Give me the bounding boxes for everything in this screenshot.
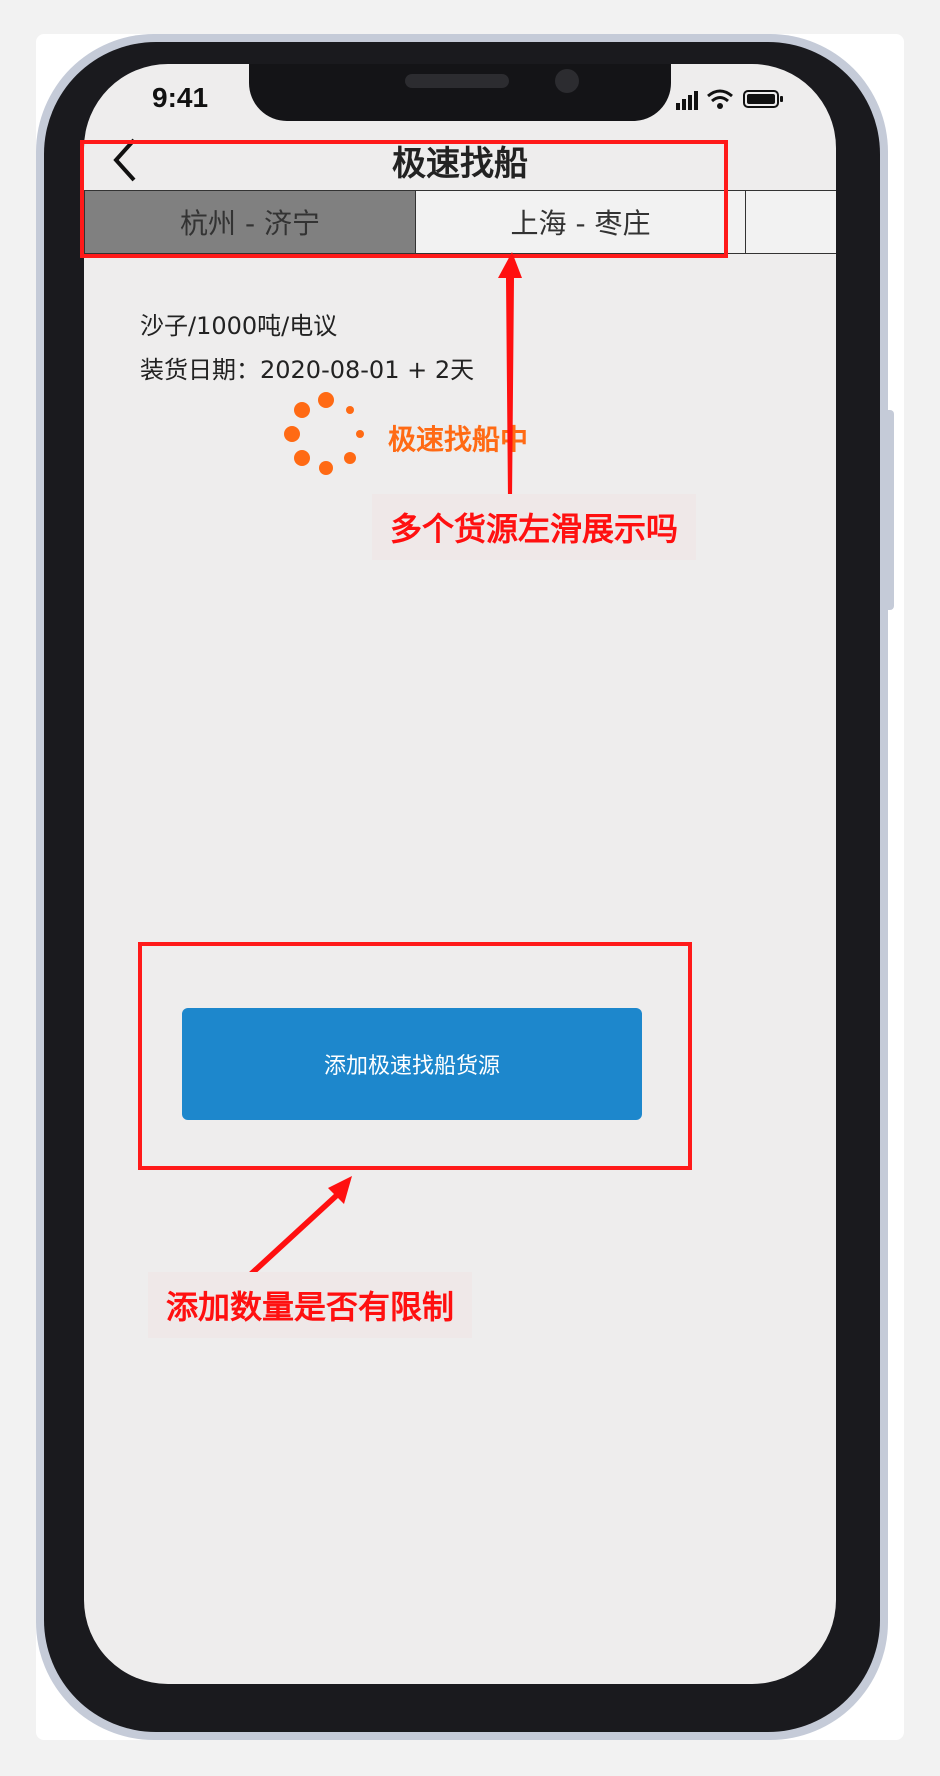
annotation-swipe-note: 多个货源左滑展示吗	[372, 494, 697, 560]
annotation-box-add-button	[138, 942, 692, 1170]
searching-label: 极速找船中	[388, 423, 529, 456]
status-time: 9:41	[152, 82, 209, 113]
cargo-summary: 沙子/1000吨/电议	[140, 312, 338, 340]
loading-spinner-icon	[284, 392, 364, 475]
signal-icon	[676, 91, 698, 110]
tab-route-overflow	[746, 190, 836, 254]
wifi-icon	[707, 89, 733, 109]
annotation-limit-note: 添加数量是否有限制	[148, 1272, 473, 1338]
loading-date: 装货日期：2020-08-01 + 2天	[140, 356, 475, 384]
speaker	[405, 74, 509, 88]
phone-side-button	[886, 410, 894, 610]
cargo-info: 沙子/1000吨/电议 装货日期：2020-08-01 + 2天	[140, 304, 474, 392]
notch	[249, 64, 671, 121]
battery-icon	[743, 90, 783, 108]
page: 9:41 极速找船 杭州 - 济宁 上海 - 枣庄 沙子/1000吨/电议 装货…	[0, 0, 940, 1776]
camera	[555, 69, 579, 93]
phone-screen: 9:41 极速找船 杭州 - 济宁 上海 - 枣庄 沙子/1000吨/电议 装货…	[84, 64, 836, 1684]
annotation-box-tabs	[80, 140, 728, 258]
status-icons	[676, 89, 783, 110]
